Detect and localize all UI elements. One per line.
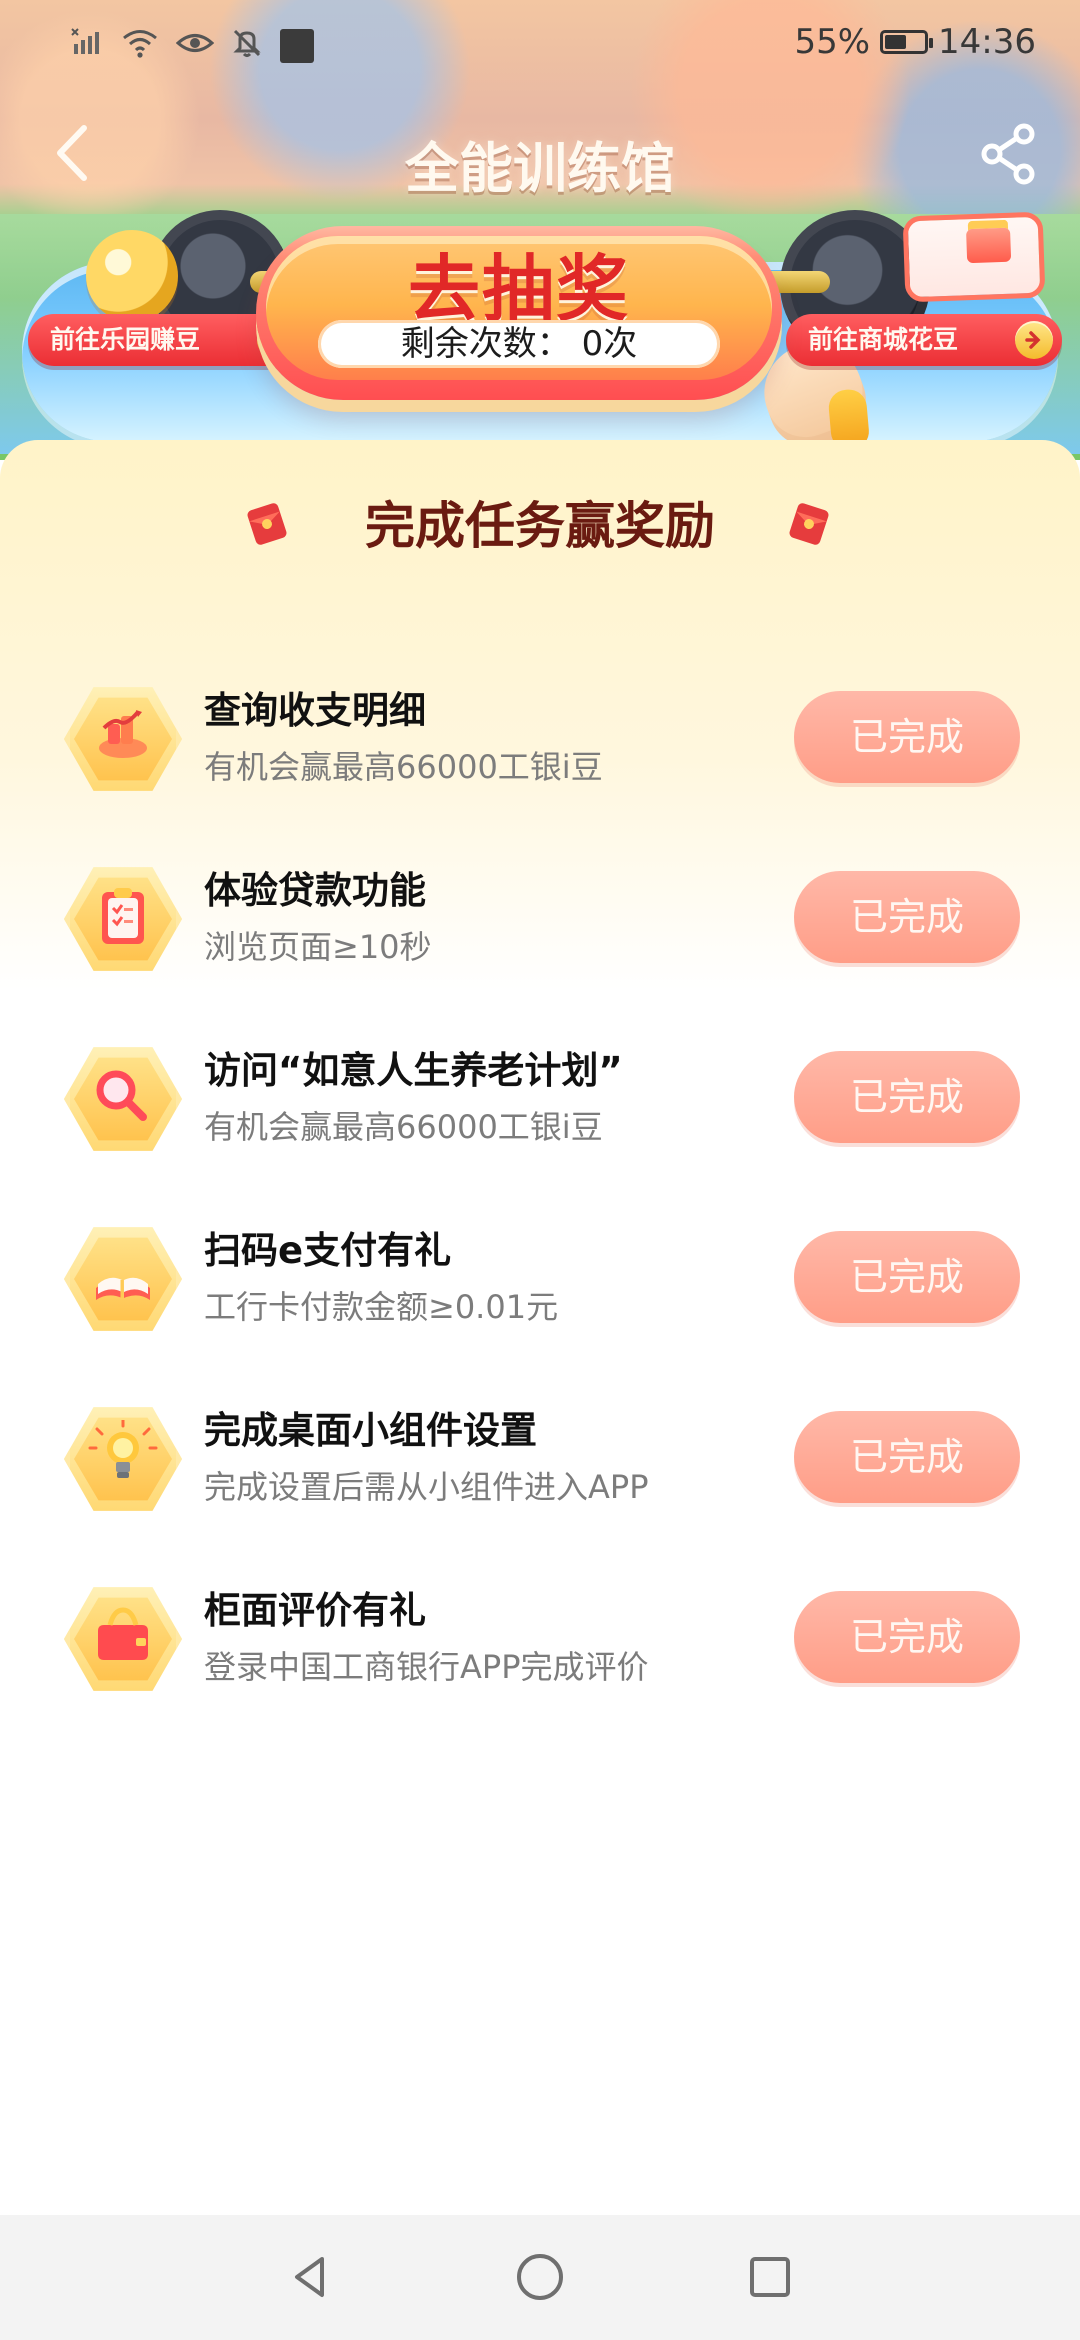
task-icon-frame — [64, 1227, 182, 1331]
task-item: 体验贷款功能 浏览页面≥10秒 已完成 — [0, 838, 1080, 1008]
mute-icon — [230, 26, 264, 65]
system-recent-apps-button[interactable] — [742, 2249, 798, 2305]
square-recent-icon — [750, 2257, 790, 2297]
page-title: 全能训练馆 — [405, 137, 675, 200]
receipt-chart-icon — [99, 710, 147, 758]
status-icons-left — [70, 26, 314, 65]
remaining-value: 0次 — [581, 324, 638, 364]
magnifier-icon — [96, 1070, 147, 1121]
task-completed-button[interactable]: 已完成 — [794, 691, 1020, 783]
task-description: 浏览页面≥10秒 — [204, 928, 432, 966]
task-title: 体验贷款功能 — [204, 869, 426, 912]
share-button[interactable] — [972, 118, 1044, 190]
task-item: 扫码e支付有礼 工行卡付款金额≥0.01元 已完成 — [0, 1198, 1080, 1368]
gift-card-decoration — [902, 211, 1046, 303]
task-icon-frame — [64, 1047, 182, 1151]
remaining-label: 剩余次数： — [400, 324, 571, 364]
status-info-right: 55% 14:36 — [794, 22, 1036, 62]
battery-icon — [880, 30, 934, 54]
task-description: 有机会赢最高66000工银i豆 — [204, 748, 603, 786]
task-item: 柜面评价有礼 登录中国工商银行APP完成评价 已完成 — [0, 1558, 1080, 1728]
task-item: 查询收支明细 有机会赢最高66000工银i豆 已完成 — [0, 658, 1080, 828]
task-title: 扫码e支付有礼 — [204, 1229, 452, 1272]
task-description: 完成设置后需从小组件进入APP — [204, 1468, 649, 1506]
task-description: 登录中国工商银行APP完成评价 — [204, 1648, 649, 1686]
go-to-mall-label: 前往商城花豆 — [808, 325, 959, 354]
clock-time: 14:36 — [938, 22, 1036, 62]
lottery-button[interactable]: 去抽奖 剩余次数： 0次 — [256, 226, 782, 400]
go-to-mall-link[interactable]: 前往商城花豆 — [786, 314, 1062, 366]
status-bar: 55% 14:36 — [0, 0, 1080, 92]
task-title: 查询收支明细 — [204, 689, 426, 732]
task-completed-button[interactable]: 已完成 — [794, 1231, 1020, 1323]
gold-token-decoration — [86, 230, 178, 322]
share-icon — [981, 123, 1035, 185]
triangle-back-icon — [295, 2257, 324, 2297]
task-icon-frame — [64, 1587, 182, 1691]
purse-icon — [98, 1607, 148, 1660]
eye-icon — [175, 26, 215, 65]
section-title: 完成任务赢奖励 — [365, 497, 715, 555]
task-icon-frame — [64, 867, 182, 971]
wifi-icon — [120, 26, 160, 65]
task-icon-frame — [64, 1407, 182, 1511]
task-completed-button[interactable]: 已完成 — [794, 1051, 1020, 1143]
task-title: 访问“如意人生养老计划” — [204, 1049, 623, 1092]
lightbulb-icon — [88, 1420, 158, 1478]
battery-percent: 55% — [794, 22, 871, 62]
task-description: 有机会赢最高66000工银i豆 — [204, 1108, 603, 1146]
task-icon-frame — [64, 687, 182, 791]
task-completed-button[interactable]: 已完成 — [794, 1411, 1020, 1503]
task-item: 完成桌面小组件设置 完成设置后需从小组件进入APP 已完成 — [0, 1378, 1080, 1548]
right-arrow-icon — [1015, 321, 1053, 359]
circle-home-icon — [517, 2254, 563, 2300]
task-title: 完成桌面小组件设置 — [204, 1409, 537, 1452]
task-completed-button[interactable]: 已完成 — [794, 1591, 1020, 1683]
clipboard-icon — [102, 888, 144, 944]
system-back-button[interactable] — [282, 2249, 338, 2305]
task-item: 访问“如意人生养老计划” 有机会赢最高66000工银i豆 已完成 — [0, 1018, 1080, 1188]
task-completed-button[interactable]: 已完成 — [794, 871, 1020, 963]
notification-square-icon — [280, 28, 314, 63]
task-title: 柜面评价有礼 — [204, 1589, 426, 1632]
book-icon — [96, 1277, 150, 1300]
system-navigation-bar — [0, 2215, 1080, 2340]
signal-icon — [70, 26, 104, 65]
remaining-chances: 剩余次数： 0次 — [318, 320, 720, 368]
go-to-park-label: 前往乐园赚豆 — [50, 325, 201, 354]
battery-fill — [885, 35, 906, 49]
task-description: 工行卡付款金额≥0.01元 — [204, 1288, 559, 1326]
system-home-button[interactable] — [512, 2249, 568, 2305]
